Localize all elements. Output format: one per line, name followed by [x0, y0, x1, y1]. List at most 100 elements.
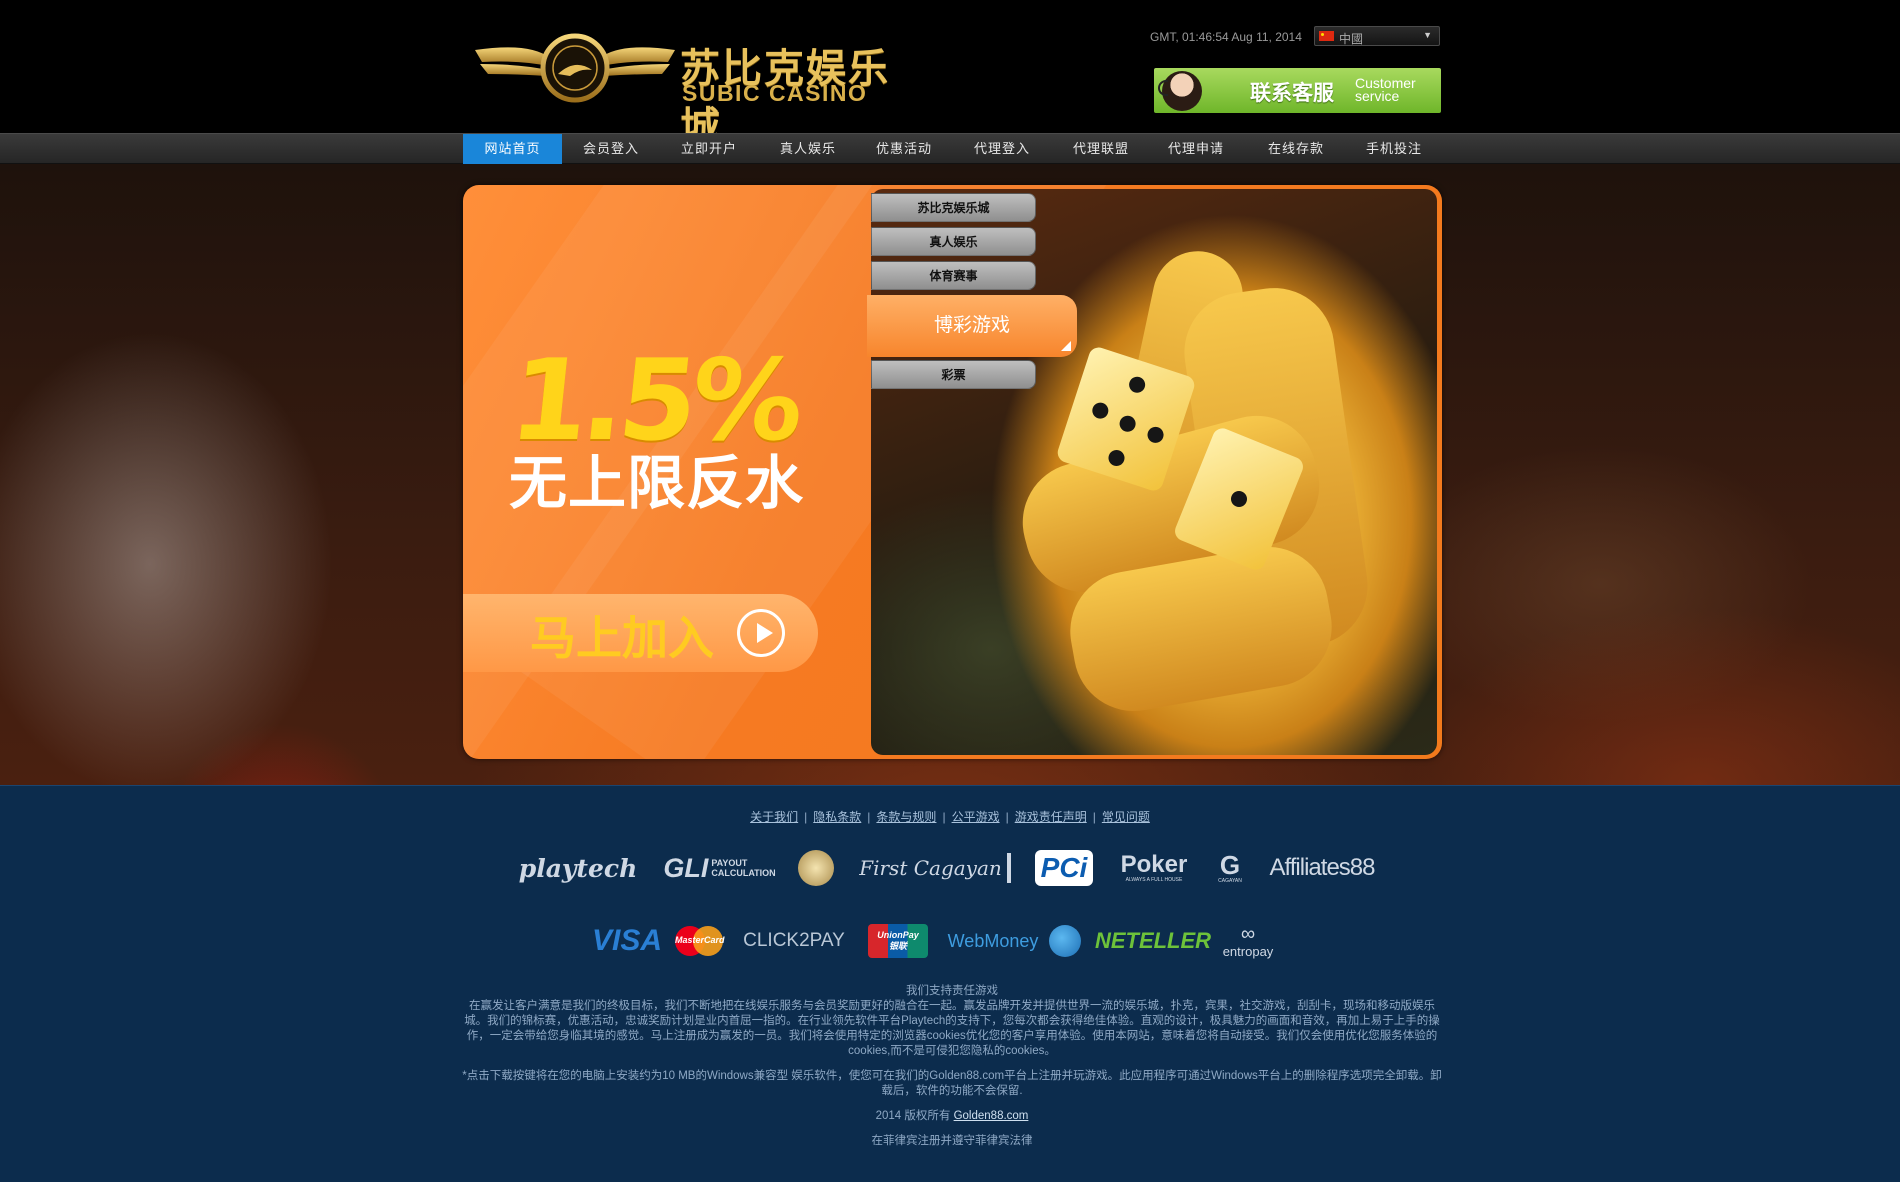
mastercard-circles-icon: MasterCard [675, 926, 725, 956]
die-pip [1106, 447, 1127, 469]
footer-link-about[interactable]: 关于我们 [750, 810, 798, 824]
unionpay-logo-text: UnionPay [877, 930, 919, 940]
copyright-prefix: 2014 版权所有 [875, 1110, 951, 1122]
site-logo[interactable]: 苏比克娱乐城 SUBIC CASINO [470, 30, 910, 150]
unionpay-badge: UnionPay 银联 [868, 924, 928, 958]
site-footer: 关于我们 | 隐私条款 | 条款与规则 | 公平游戏 | 游戏责任声明 | 常见问题 playtec… [0, 785, 1900, 1182]
license-statement: 在菲律宾注册并遵守菲律宾法律 [871, 1135, 1033, 1147]
separator: | [804, 810, 808, 824]
footer-link-privacy[interactable]: 隐私条款 [813, 810, 861, 824]
customer-service-label-cn: 联系客服 [1250, 81, 1334, 105]
nav-item-promotions[interactable]: 优惠活动 [858, 134, 950, 164]
nav-item-online-deposit[interactable]: 在线存款 [1244, 134, 1348, 164]
headset-icon [1158, 80, 1168, 96]
footer-link-faq[interactable]: 常见问题 [1102, 810, 1150, 824]
chevron-down-icon: ▼ [1423, 30, 1432, 40]
nav-item-agent-apply[interactable]: 代理申请 [1148, 134, 1244, 164]
entropay-logo: ∞ entropay [1218, 916, 1278, 966]
site-header: 苏比克娱乐城 SUBIC CASINO GMT, 01:46:54 Aug 11… [0, 0, 1900, 150]
neteller-logo: NETELLER [1094, 928, 1212, 953]
rebate-slogan: 无上限反水 [509, 449, 805, 517]
play-icon [737, 609, 785, 657]
playtech-logo: playtech [518, 853, 638, 883]
footer-disclaimer: 我们支持责任游戏 在赢发让客户满意是我们的终极目标，我们不断地把在线娱乐服务与会… [462, 984, 1442, 1159]
rebate-percent: 1.5% [504, 336, 805, 466]
die-pip [1228, 488, 1250, 510]
visa-logo: VISA [591, 924, 663, 957]
tab-sports[interactable]: 体育赛事 [871, 261, 1036, 290]
cagayan-logo-caption: CAGAYAN [1218, 877, 1242, 884]
nav-item-mobile-betting[interactable]: 手机投注 [1348, 134, 1440, 164]
join-now-label: 马上加入 [530, 611, 714, 665]
poker-logo: Poker ALWAYS A FULL HOUSE [1110, 843, 1198, 893]
about-paragraph: 在赢发让客户满意是我们的终极目标，我们不断地把在线娱乐服务与会员奖励更好的融合在… [464, 1000, 1440, 1057]
copyright: 2014 版权所有 Golden88.com [462, 1109, 1442, 1124]
mastercard-logo-text: MasterCard [675, 935, 725, 945]
award-seal-shape [798, 850, 834, 886]
tab-subic-casino[interactable]: 苏比克娱乐城 [871, 193, 1036, 222]
separator: | [942, 810, 946, 824]
die-pip [1090, 400, 1111, 421]
first-cagayan-crest-icon [1006, 853, 1011, 883]
nav-item-register[interactable]: 立即开户 [660, 134, 758, 164]
nav-item-agent-alliance[interactable]: 代理联盟 [1054, 134, 1148, 164]
click2pay-logo: CLICK2PAY [743, 930, 845, 951]
tab-live-casino[interactable]: 真人娱乐 [871, 227, 1036, 256]
gli-caption-line-1: PAYOUT [711, 858, 748, 868]
gli-logo: GLI PAYOUT CALCULATION [662, 843, 777, 893]
partner-logos: playtech GLI PAYOUT CALCULATION First Cag… [0, 843, 1900, 893]
award-seal-icon [796, 843, 836, 893]
promo-banner: 1.5% 无上限反水 马上加入 苏比克娱乐城 真人娱乐 体育赛事 博彩游戏 彩票 [463, 185, 1442, 759]
download-paragraph: *点击下载按键将在您的电脑上安装约为10 MB的Windows兼容型 娱乐软件，… [462, 1070, 1442, 1097]
poker-logo-caption: ALWAYS A FULL HOUSE [1125, 876, 1183, 883]
entropay-infinity-icon: ∞ [1240, 922, 1256, 945]
nav-item-live-casino[interactable]: 真人娱乐 [758, 134, 858, 164]
poker-logo-text: Poker [1120, 850, 1188, 878]
gli-logo-text: GLI [663, 852, 709, 883]
tab-casino-games[interactable]: 博彩游戏 [867, 295, 1077, 357]
separator: | [1092, 810, 1096, 824]
die-pip [1117, 413, 1138, 434]
unionpay-logo-text-cn: 银联 [888, 941, 907, 951]
tab-lottery[interactable]: 彩票 [871, 360, 1036, 389]
footer-link-responsible-gaming[interactable]: 游戏责任声明 [1015, 810, 1087, 824]
nav-item-agent-login[interactable]: 代理登入 [950, 134, 1054, 164]
join-now-button[interactable]: 马上加入 [463, 594, 818, 672]
customer-service-button[interactable]: 联系客服 Customer service [1154, 68, 1441, 113]
separator: | [1005, 810, 1009, 824]
cagayan-emblem-icon: G [1219, 849, 1241, 880]
payment-logos: VISA MasterCard CLICK2PAY UnionPay 银联 We… [0, 916, 1900, 966]
unionpay-logo: UnionPay 银联 [866, 916, 930, 966]
gli-logo-caption: PAYOUT CALCULATION [711, 858, 775, 878]
footer-link-fair-play[interactable]: 公平游戏 [952, 810, 1000, 824]
affiliates88-logo: Affiliates88 [1269, 854, 1376, 881]
language-select[interactable]: 中國 ▼ [1314, 26, 1440, 46]
globe-icon [1048, 916, 1082, 966]
nav-item-home[interactable]: 网站首页 [463, 134, 562, 164]
pci-logo-text: PCi [1034, 850, 1094, 886]
main-navigation: 网站首页 会员登入 立即开户 真人娱乐 优惠活动 代理登入 代理联盟 代理申请 … [0, 133, 1900, 164]
footer-link-terms[interactable]: 条款与规则 [876, 810, 936, 824]
responsible-gaming-title: 我们支持责任游戏 [906, 985, 998, 997]
webmoney-logo: WebMoney [947, 930, 1039, 951]
mastercard-logo: MasterCard [674, 916, 725, 966]
copyright-link[interactable]: Golden88.com [954, 1110, 1029, 1122]
first-cagayan-logo: First Cagayan [859, 843, 1011, 893]
support-agent-avatar [1162, 71, 1202, 111]
customer-service-label-en-2: service [1355, 88, 1400, 104]
globe-shape [1049, 925, 1081, 957]
entropay-logo-text: entropay [1222, 943, 1274, 959]
language-value: 中國 [1339, 32, 1364, 46]
wing-emblem-icon [475, 33, 675, 103]
china-flag-icon [1319, 31, 1334, 41]
die-pip [1127, 374, 1148, 395]
die-pip [1145, 424, 1166, 445]
separator: | [867, 810, 871, 824]
pci-logo: PCi [1032, 843, 1096, 893]
gli-caption-line-2: CALCULATION [711, 868, 776, 878]
first-cagayan-logo-text: First Cagayan [859, 856, 1002, 880]
cagayan-logo: G CAGAYAN [1212, 843, 1248, 893]
logo-title-en: SUBIC CASINO [682, 80, 868, 106]
footer-links: 关于我们 | 隐私条款 | 条款与规则 | 公平游戏 | 游戏责任声明 | 常见问题 [0, 808, 1900, 825]
nav-item-member-login[interactable]: 会员登入 [562, 134, 660, 164]
